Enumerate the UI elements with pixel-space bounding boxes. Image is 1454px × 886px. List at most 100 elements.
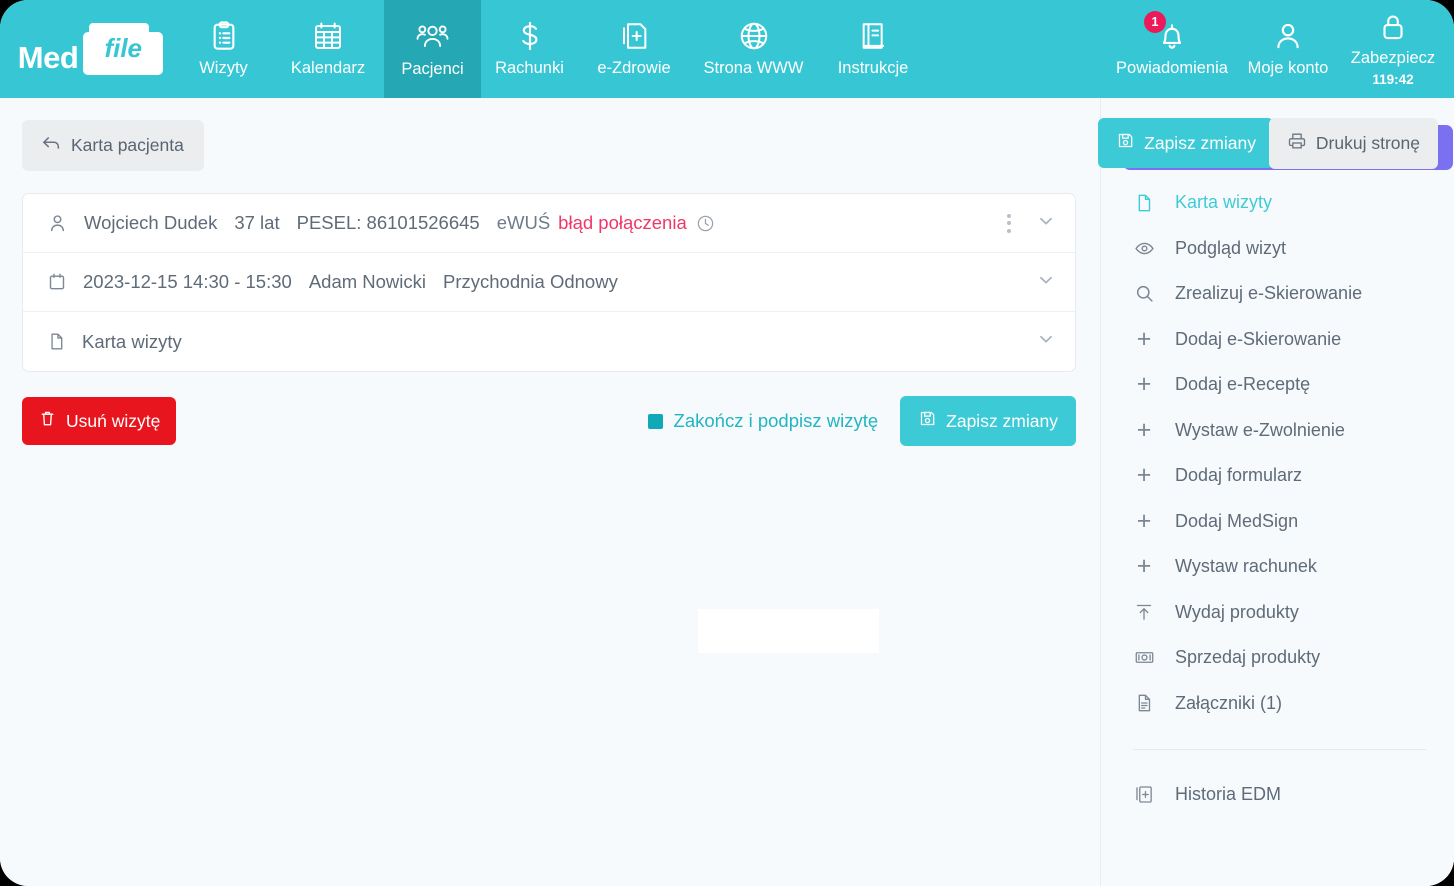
nav-label: Powiadomienia (1116, 59, 1228, 77)
nav-label: Kalendarz (290, 59, 366, 77)
logo-text-file: file (104, 33, 143, 63)
sidebar-item-label: Podgląd wizyt (1175, 237, 1287, 258)
nav-label: Pacjenci (401, 59, 464, 78)
plus-icon: + (1136, 370, 1152, 399)
appointment-info-row[interactable]: 2023-12-15 14:30 - 15:30 Adam Nowicki Pr… (23, 253, 1075, 312)
sidebar-item-dodaj-medsign[interactable]: + Dodaj MedSign (1125, 499, 1432, 545)
nav-item-kalendarz[interactable]: Kalendarz (272, 0, 384, 98)
nav-item-strona-www[interactable]: Strona WWW (690, 0, 817, 98)
person-icon (47, 213, 68, 234)
printer-icon (1287, 131, 1307, 156)
clock-icon[interactable] (696, 214, 715, 233)
ewus-status: błąd połączenia (558, 212, 687, 233)
save-disk-icon (918, 409, 937, 433)
save-changes-label: Zapisz zmiany (946, 410, 1058, 431)
arrow-back-icon (40, 132, 62, 159)
nav-item-moje-konto[interactable]: Moje konto (1238, 0, 1338, 98)
nav-item-rachunki[interactable]: Rachunki (481, 0, 578, 98)
finish-and-sign-checkbox[interactable]: Zakończ i podpisz wizytę (647, 410, 878, 432)
delete-visit-button[interactable]: Usuń wizytę (22, 397, 177, 445)
appointment-datetime: 2023-12-15 14:30 - 15:30 (83, 271, 292, 292)
sidebar-item-label: Karta wizyty (1175, 192, 1273, 213)
chevron-down-icon[interactable] (1035, 269, 1057, 296)
nav-label: Moje konto (1247, 59, 1329, 77)
nav-item-powiadomienia[interactable]: 1 Powiadomienia (1106, 0, 1238, 98)
patient-pesel: PESEL: 86101526645 (296, 212, 480, 233)
checkbox-filled-icon (647, 413, 663, 429)
sidebar-action-list: Karta wizyty Podgląd wizyt Zrealizuj e-S… (1125, 180, 1432, 818)
sidebar-item-label: Historia EDM (1175, 784, 1282, 805)
patients-icon (416, 20, 449, 53)
sidebar-item-label: Dodaj MedSign (1175, 510, 1299, 531)
plus-icon: + (1136, 415, 1152, 444)
sidebar-item-wystaw-rachunek[interactable]: + Wystaw rachunek (1125, 544, 1432, 590)
arrow-up-bar-icon (1133, 602, 1155, 622)
sidebar-item-karta-wizyty[interactable]: Karta wizyty (1125, 180, 1432, 226)
dollar-icon (514, 20, 546, 52)
nav-item-zabezpiecz[interactable]: Zabezpiecz 119:42 (1338, 0, 1448, 98)
nav-item-instrukcje[interactable]: Instrukcje (817, 0, 929, 98)
patient-name: Wojciech Dudek (84, 212, 218, 233)
back-to-patient-card-button[interactable]: Karta pacjenta (22, 120, 204, 171)
notification-badge: 1 (1144, 11, 1166, 33)
sidebar-item-wystaw-e-zwolnienie[interactable]: + Wystaw e-Zwolnienie (1125, 408, 1432, 454)
save-changes-button-top[interactable]: Zapisz zmiany (1098, 118, 1274, 168)
bell-icon: 1 (1144, 11, 1188, 52)
file-icon (1133, 193, 1155, 213)
nav-label: Zabezpiecz (1350, 48, 1436, 67)
globe-icon (738, 20, 770, 52)
main-nav-items: Wizyty Kalendarz Pacjenci Rachunki e-Zdr… (175, 0, 929, 98)
sidebar-item-dodaj-e-skierowanie[interactable]: + Dodaj e-Skierowanie (1125, 317, 1432, 363)
save-changes-top-label: Zapisz zmiany (1144, 132, 1256, 153)
app-window: Med file Wizyty Kalendarz Pacjenci Rachu… (0, 0, 1454, 886)
nav-item-pacjenci[interactable]: Pacjenci (384, 0, 481, 98)
nav-label: Instrukcje (837, 59, 909, 77)
trash-icon (38, 409, 57, 433)
sidebar-item-label: Dodaj e-Receptę (1175, 374, 1311, 395)
plus-icon: + (1136, 324, 1152, 353)
sidebar-item-sprzedaj-produkty[interactable]: Sprzedaj produkty (1125, 635, 1432, 681)
eye-icon (1133, 238, 1155, 259)
nav-item-ezdrowie[interactable]: e-Zdrowie (578, 0, 690, 98)
save-changes-button-bottom[interactable]: Zapisz zmiany (900, 396, 1076, 446)
banknote-icon (1133, 647, 1155, 668)
nav-label: Strona WWW (703, 59, 804, 77)
nav-item-wizyty[interactable]: Wizyty (175, 0, 272, 98)
sidebar-item-label: Wydaj produkty (1175, 601, 1299, 622)
app-logo[interactable]: Med file (0, 0, 175, 98)
calendar-icon (312, 20, 344, 52)
sidebar-item-wydaj-produkty[interactable]: Wydaj produkty (1125, 590, 1432, 636)
save-disk-icon (1116, 131, 1135, 155)
sidebar-item-label: Dodaj formularz (1175, 465, 1303, 486)
top-nav-right-group: 1 Powiadomienia Moje konto Zabezpiecz 11… (1106, 0, 1454, 98)
print-page-label: Drukuj stronę (1315, 133, 1420, 153)
sidebar-item-zalaczniki[interactable]: Załączniki (1) (1125, 681, 1432, 727)
delete-visit-label: Usuń wizytę (66, 410, 161, 431)
sidebar-item-dodaj-e-recepte[interactable]: + Dodaj e-Receptę (1125, 362, 1432, 408)
sidebar-item-label: Sprzedaj produkty (1175, 647, 1321, 668)
session-timer: 119:42 (1372, 71, 1414, 87)
patient-info-row[interactable]: Wojciech Dudek 37 lat PESEL: 86101526645… (23, 194, 1075, 253)
print-page-button[interactable]: Drukuj stronę (1268, 118, 1438, 169)
nav-label: e-Zdrowie (597, 59, 671, 77)
back-button-label: Karta pacjenta (71, 135, 184, 155)
document-lines-icon (1133, 693, 1155, 713)
sidebar-item-label: Zrealizuj e-Skierowanie (1175, 283, 1363, 304)
chevron-down-icon[interactable] (1035, 210, 1057, 237)
chevron-down-icon[interactable] (1035, 328, 1057, 355)
appointment-doctor: Adam Nowicki (308, 271, 427, 292)
book-icon (857, 20, 889, 52)
sidebar-item-podglad-wizyt[interactable]: Podgląd wizyt (1125, 226, 1432, 272)
sidebar-item-zrealizuj-e-skierowanie[interactable]: Zrealizuj e-Skierowanie (1125, 271, 1432, 317)
visit-summary-card: Wojciech Dudek 37 lat PESEL: 86101526645… (22, 193, 1076, 372)
appointment-clinic: Przychodnia Odnowy (443, 271, 618, 292)
nav-label: Rachunki (495, 59, 564, 77)
sidebar-item-dodaj-formularz[interactable]: + Dodaj formularz (1125, 453, 1432, 499)
logo-folder-icon: file (83, 23, 164, 75)
search-icon (1133, 283, 1155, 304)
sidebar-item-label: Wystaw rachunek (1175, 556, 1317, 577)
sidebar-item-historia-edm[interactable]: Historia EDM (1125, 772, 1432, 818)
visit-card-section-row[interactable]: Karta wizyty (23, 312, 1075, 371)
plus-icon: + (1136, 506, 1152, 535)
row-more-options-icon[interactable] (1003, 210, 1015, 237)
